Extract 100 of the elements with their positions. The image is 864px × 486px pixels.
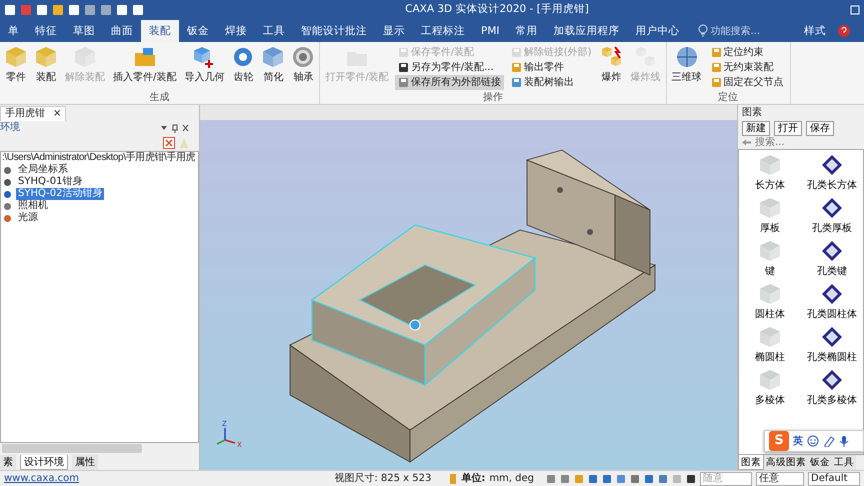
ribbon-button[interactable]: 固定在父节点: [708, 75, 787, 90]
style-menu[interactable]: 样式: [796, 20, 834, 42]
ribbon-button[interactable]: 零件: [3, 45, 29, 86]
dropdown[interactable]: 任意: [756, 472, 804, 486]
tree-item[interactable]: 光源: [16, 212, 40, 224]
catalog-item[interactable]: 孔类椭圆柱: [801, 326, 863, 365]
toolbar-icon[interactable]: [4, 4, 16, 16]
tree-item[interactable]: SYHQ-01钳身: [16, 176, 84, 188]
menu-tab[interactable]: 焊接: [217, 20, 255, 42]
ime-mode[interactable]: 英: [793, 434, 803, 448]
toolbar-button[interactable]: 打开: [774, 121, 802, 136]
menu-tab[interactable]: 草图: [65, 20, 103, 42]
solid-shape-icon: [759, 283, 781, 305]
ribbon-button[interactable]: 简化: [260, 45, 286, 86]
menu-tab[interactable]: 装配: [141, 20, 179, 42]
bearing-icon: [292, 46, 314, 68]
toolbar-icon[interactable]: [36, 4, 48, 16]
menu-tab[interactable]: 常用: [508, 20, 546, 42]
toolbar-button[interactable]: 新建: [742, 121, 770, 136]
website-link[interactable]: www.caxa.com: [4, 471, 80, 486]
solid-shape-icon: [759, 197, 781, 219]
toolbar-icon[interactable]: [132, 4, 144, 16]
toolbar-icon[interactable]: [84, 4, 96, 16]
catalog-item[interactable]: 孔类长方体: [801, 154, 863, 193]
ribbon-button[interactable]: 另存为零件/装配...: [394, 60, 504, 75]
hole-shape-icon: [821, 326, 843, 348]
catalog-item[interactable]: 孔类键: [801, 240, 863, 279]
menu-tab[interactable]: 单: [0, 20, 27, 42]
solid-shape-icon: [759, 154, 781, 176]
menu-tab[interactable]: PMI: [473, 20, 508, 42]
moving-jaw-drawing[interactable]: [310, 224, 536, 386]
lightbulb-icon: [698, 24, 708, 38]
panel-tab[interactable]: 钣金: [808, 455, 832, 470]
panel-tab[interactable]: 素: [0, 455, 16, 470]
pen-icon[interactable]: [823, 435, 835, 447]
catalog-item[interactable]: 椭圆柱: [739, 326, 801, 365]
back-icon[interactable]: [742, 139, 751, 146]
close-icon[interactable]: [163, 137, 175, 149]
ribbon-button[interactable]: 定位约束: [708, 45, 787, 60]
toolbar-button[interactable]: 保存: [806, 121, 834, 136]
catalog-item[interactable]: 孔类厚板: [801, 197, 863, 236]
ribbon-button[interactable]: 插入零件/装配: [111, 45, 178, 86]
tree-item[interactable]: 全局坐标系: [16, 164, 70, 176]
ribbon-button[interactable]: 导入几何: [182, 45, 226, 86]
menu-tab[interactable]: 显示: [375, 20, 413, 42]
scrollbar[interactable]: [2, 444, 142, 453]
emoji-icon[interactable]: [807, 435, 819, 447]
solid-shape-icon: [759, 369, 781, 391]
hole-shape-icon: [821, 154, 843, 176]
close-icon[interactable]: ×: [53, 107, 62, 121]
search-field[interactable]: 搜索...: [755, 135, 785, 150]
panel-controls-icon[interactable]: [159, 123, 189, 133]
tree-item[interactable]: SYHQ-02活动钳身: [16, 188, 104, 200]
catalog-item[interactable]: 键: [739, 240, 801, 279]
menu-tab[interactable]: 钣金: [179, 20, 217, 42]
panel-tab[interactable]: 属性: [72, 455, 98, 470]
menu-tab[interactable]: 加载应用程序: [546, 20, 628, 42]
ribbon-button[interactable]: 无约束装配: [708, 60, 787, 75]
document-tab[interactable]: 手用虎钳 ×: [0, 106, 66, 121]
hole-shape-icon: [821, 283, 843, 305]
ime-toolbar[interactable]: S 英: [764, 430, 864, 452]
menu-tab[interactable]: 用户中心: [628, 20, 688, 42]
menu-tab[interactable]: 工程标注: [413, 20, 473, 42]
panel-title: 图素: [742, 106, 762, 120]
panel-tab[interactable]: 图素: [738, 455, 764, 470]
restore-icon[interactable]: [850, 5, 860, 15]
help-icon[interactable]: [838, 25, 850, 37]
catalog-item[interactable]: 多棱体: [739, 369, 801, 408]
panel-tab[interactable]: 高级图素: [764, 455, 808, 470]
toolbar-icon[interactable]: [68, 4, 80, 16]
catalog-item[interactable]: 厚板: [739, 197, 801, 236]
menu-tab[interactable]: 工具: [255, 20, 293, 42]
panel-tab[interactable]: 工具: [832, 455, 856, 470]
search-field[interactable]: 功能搜索...: [710, 24, 796, 38]
ribbon-button[interactable]: 齿轮: [230, 45, 256, 86]
node-icon: [3, 214, 12, 222]
ribbon-button[interactable]: 保存所有为外部链接: [394, 75, 504, 90]
ribbon-button[interactable]: 装配树输出: [508, 75, 595, 90]
window-title: CAXA 3D 实体设计2020 - [手用虎钳]: [404, 2, 590, 18]
catalog-item[interactable]: 长方体: [739, 154, 801, 193]
menu-tab[interactable]: 曲面: [103, 20, 141, 42]
tree-item[interactable]: 照相机: [16, 200, 50, 212]
ribbon-button[interactable]: 输出零件: [508, 60, 595, 75]
panel-tab[interactable]: 设计环境: [20, 455, 68, 470]
microphone-icon[interactable]: [839, 435, 849, 447]
toolbar-icon[interactable]: [116, 4, 128, 16]
ribbon-button[interactable]: 爆炸: [598, 45, 625, 86]
catalog-item[interactable]: 孔类多棱体: [801, 369, 863, 408]
catalog-item[interactable]: 孔类圆柱体: [801, 283, 863, 322]
tree-item[interactable]: :\Users\Administrator\Desktop\手用虎钳\手用虎: [1, 152, 196, 164]
toolbar-icon[interactable]: [52, 4, 64, 16]
catalog-item[interactable]: 圆柱体: [739, 283, 801, 322]
ribbon-button[interactable]: 三维球: [670, 45, 704, 86]
hole-shape-icon: [821, 197, 843, 219]
toolbar-icon[interactable]: [100, 4, 112, 16]
ribbon-button[interactable]: 装配: [33, 45, 59, 86]
menu-tab[interactable]: 特征: [27, 20, 65, 42]
ribbon-button[interactable]: 轴承: [290, 45, 316, 86]
dropdown[interactable]: Default: [808, 472, 860, 486]
menu-tab[interactable]: 智能设计批注: [293, 20, 375, 42]
